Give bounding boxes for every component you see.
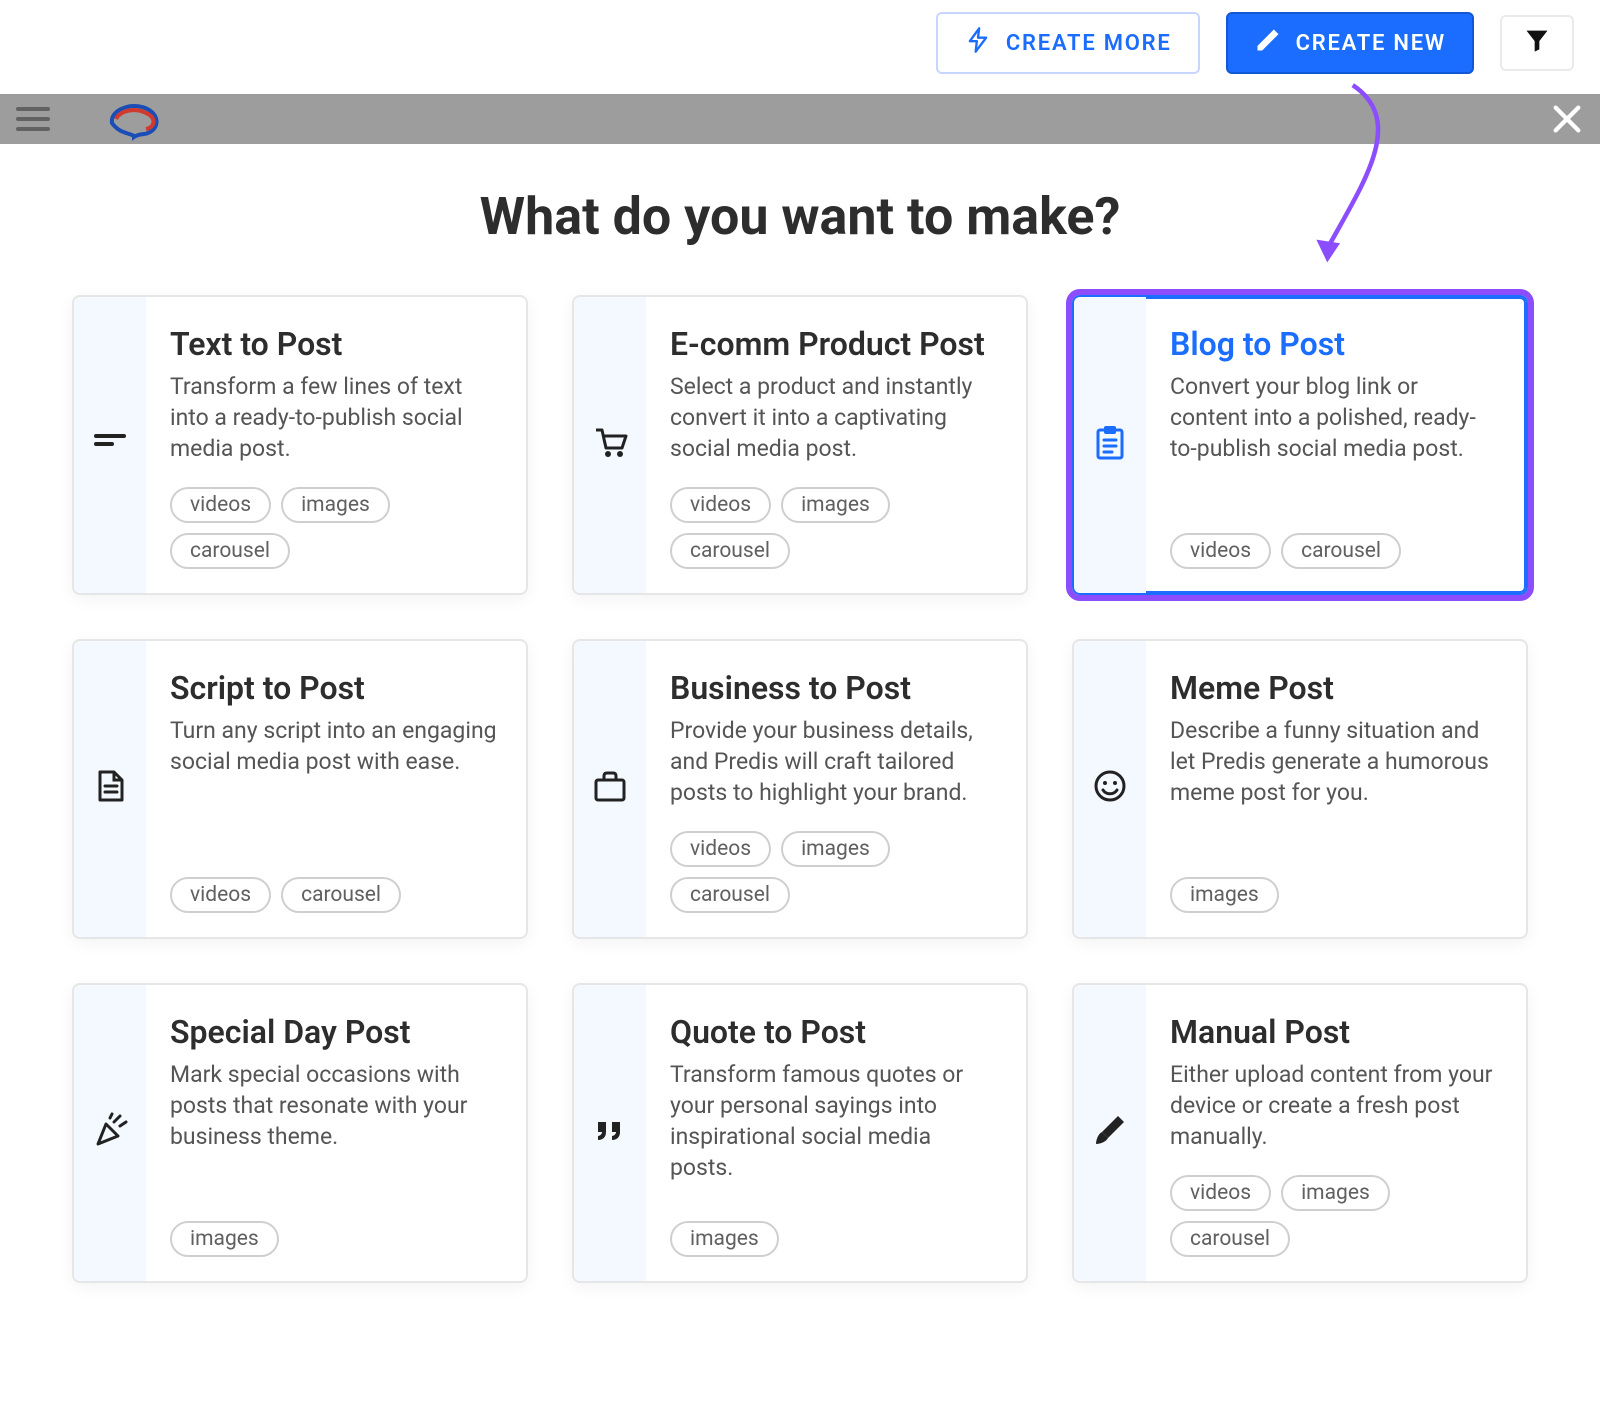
cards-grid: Text to Post Transform a few lines of tex… [0,295,1600,1343]
tag-videos: videos [170,877,271,913]
short-text-icon [90,422,130,468]
filter-button[interactable] [1500,15,1574,71]
card-description: Turn any script into an engaging social … [170,715,498,777]
tag-videos: videos [1170,533,1271,569]
card-icon-stripe [1074,985,1146,1281]
create-new-button[interactable]: CREATE NEW [1226,12,1474,74]
clipboard-icon [1090,422,1130,468]
funnel-icon [1523,26,1551,60]
card-special-day-post[interactable]: Special Day Post Mark special occasions w… [72,983,528,1283]
tag-images: images [670,1221,779,1257]
card-tags: videos images carousel [1170,1155,1498,1257]
tag-carousel: carousel [281,877,401,913]
top-action-bar: CREATE MORE CREATE NEW [0,0,1600,94]
document-icon [90,766,130,812]
card-tags: images [670,1201,998,1257]
tag-images: images [1281,1175,1390,1211]
card-icon-stripe [1074,641,1146,937]
card-blog-to-post[interactable]: Blog to Post Convert your blog link or co… [1072,295,1528,595]
card-description: Transform a few lines of text into a rea… [170,371,498,464]
card-description: Provide your business details, and Predi… [670,715,998,808]
menu-icon[interactable] [16,107,50,131]
tag-videos: videos [170,487,271,523]
card-body: E-comm Product Post Select a product and … [646,297,1026,593]
tag-images: images [170,1221,279,1257]
card-body: Special Day Post Mark special occasions w… [146,985,526,1281]
card-title: Blog to Post [1170,325,1498,363]
card-title: Text to Post [170,325,498,363]
tag-images: images [281,487,390,523]
card-text-to-post[interactable]: Text to Post Transform a few lines of tex… [72,295,528,595]
tag-videos: videos [670,487,771,523]
card-icon-stripe [1074,297,1146,593]
card-icon-stripe [574,641,646,937]
card-title: E-comm Product Post [670,325,998,363]
card-body: Manual Post Either upload content from yo… [1146,985,1526,1281]
app-logo [104,97,164,141]
close-icon[interactable] [1550,102,1584,136]
card-tags: images [170,1201,498,1257]
card-tags: videos images carousel [170,467,498,569]
card-description: Convert your blog link or content into a… [1170,371,1498,464]
brush-icon [1090,1110,1130,1156]
card-tags: videos images carousel [670,467,998,569]
card-e-comm-product-post[interactable]: E-comm Product Post Select a product and … [572,295,1028,595]
page-title: What do you want to make? [0,186,1600,247]
tag-images: images [781,487,890,523]
card-tags: images [1170,857,1498,913]
card-description: Select a product and instantly convert i… [670,371,998,464]
smiley-icon [1090,766,1130,812]
tag-carousel: carousel [670,533,790,569]
card-business-to-post[interactable]: Business to Post Provide your business de… [572,639,1028,939]
tag-videos: videos [670,831,771,867]
pencil-icon [1254,26,1282,60]
card-tags: videos images carousel [670,811,998,913]
card-icon-stripe [574,297,646,593]
tag-images: images [781,831,890,867]
briefcase-icon [590,766,630,812]
card-title: Meme Post [1170,669,1498,707]
card-body: Meme Post Describe a funny situation and … [1146,641,1526,937]
card-body: Text to Post Transform a few lines of tex… [146,297,526,593]
card-meme-post[interactable]: Meme Post Describe a funny situation and … [1072,639,1528,939]
tag-carousel: carousel [670,877,790,913]
tag-images: images [1170,877,1279,913]
card-description: Transform famous quotes or your personal… [670,1059,998,1183]
card-icon-stripe [74,641,146,937]
tag-carousel: carousel [1281,533,1401,569]
card-script-to-post[interactable]: Script to Post Turn any script into an en… [72,639,528,939]
card-description: Describe a funny situation and let Predi… [1170,715,1498,808]
celebration-icon [90,1110,130,1156]
card-body: Quote to Post Transform famous quotes or … [646,985,1026,1281]
card-icon-stripe [574,985,646,1281]
bolt-icon [964,26,992,60]
card-quote-to-post[interactable]: Quote to Post Transform famous quotes or … [572,983,1028,1283]
cart-icon [590,422,630,468]
card-title: Special Day Post [170,1013,498,1051]
card-title: Manual Post [1170,1013,1498,1051]
modal-header-strip [0,94,1600,144]
card-manual-post[interactable]: Manual Post Either upload content from yo… [1072,983,1528,1283]
card-tags: videos carousel [170,857,498,913]
card-description: Either upload content from your device o… [1170,1059,1498,1152]
tag-carousel: carousel [170,533,290,569]
card-tags: videos carousel [1170,513,1498,569]
card-icon-stripe [74,297,146,593]
tag-carousel: carousel [1170,1221,1290,1257]
card-body: Script to Post Turn any script into an en… [146,641,526,937]
tag-videos: videos [1170,1175,1271,1211]
card-title: Script to Post [170,669,498,707]
card-icon-stripe [74,985,146,1281]
card-title: Business to Post [670,669,998,707]
card-title: Quote to Post [670,1013,998,1051]
create-more-label: CREATE MORE [1006,31,1172,56]
card-body: Business to Post Provide your business de… [646,641,1026,937]
quote-icon [590,1110,630,1156]
card-body: Blog to Post Convert your blog link or co… [1146,297,1526,593]
create-new-label: CREATE NEW [1296,31,1446,56]
card-description: Mark special occasions with posts that r… [170,1059,498,1152]
create-more-button[interactable]: CREATE MORE [936,12,1200,74]
